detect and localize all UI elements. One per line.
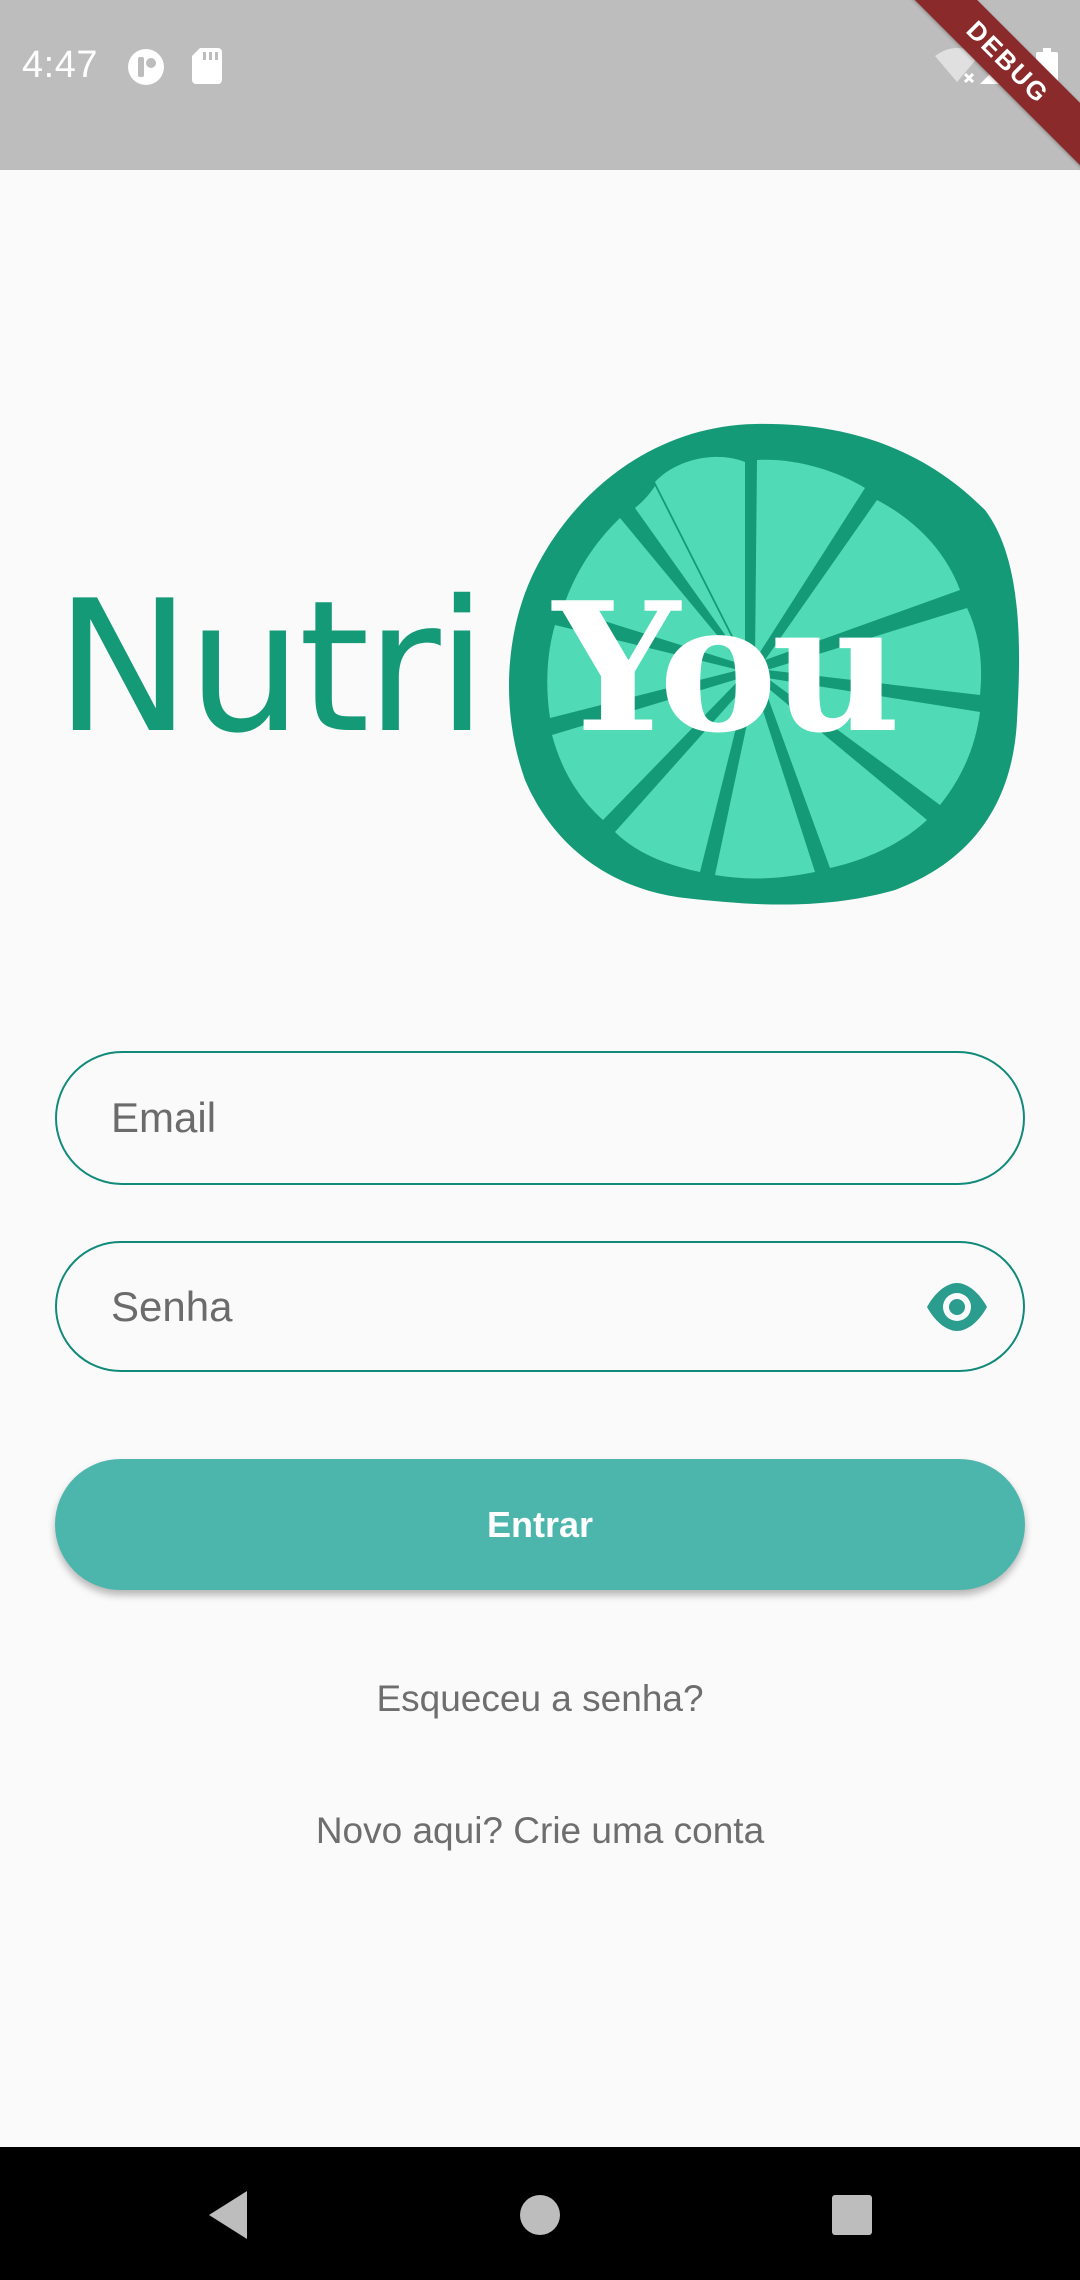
login-button[interactable]: Entrar	[55, 1459, 1025, 1590]
email-field[interactable]	[55, 1051, 1025, 1185]
email-input[interactable]	[111, 1053, 931, 1183]
svg-text:You: You	[551, 563, 895, 772]
nutriyou-logo: Nutri You	[55, 423, 1020, 905]
navigation-bar	[0, 2147, 1080, 2280]
home-icon[interactable]	[512, 2187, 568, 2243]
password-field[interactable]	[55, 1241, 1025, 1372]
password-input[interactable]	[111, 1243, 931, 1370]
login-screen: 4:47 DEBUG Nutri You Email Entrar Esquec…	[0, 0, 1080, 2280]
notification-app-icon	[128, 49, 164, 85]
status-time: 4:47	[22, 44, 98, 86]
sd-card-icon	[192, 48, 222, 84]
back-icon[interactable]	[203, 2187, 259, 2243]
recents-icon[interactable]	[824, 2187, 880, 2243]
signup-link[interactable]: Novo aqui? Crie uma conta	[0, 1810, 1080, 1852]
eye-icon[interactable]	[925, 1275, 989, 1339]
debug-banner: DEBUG	[886, 0, 1080, 170]
forgot-password-link[interactable]: Esqueceu a senha?	[0, 1678, 1080, 1720]
status-bar: 4:47 DEBUG	[0, 0, 1080, 170]
svg-text:Nutri: Nutri	[55, 561, 483, 773]
